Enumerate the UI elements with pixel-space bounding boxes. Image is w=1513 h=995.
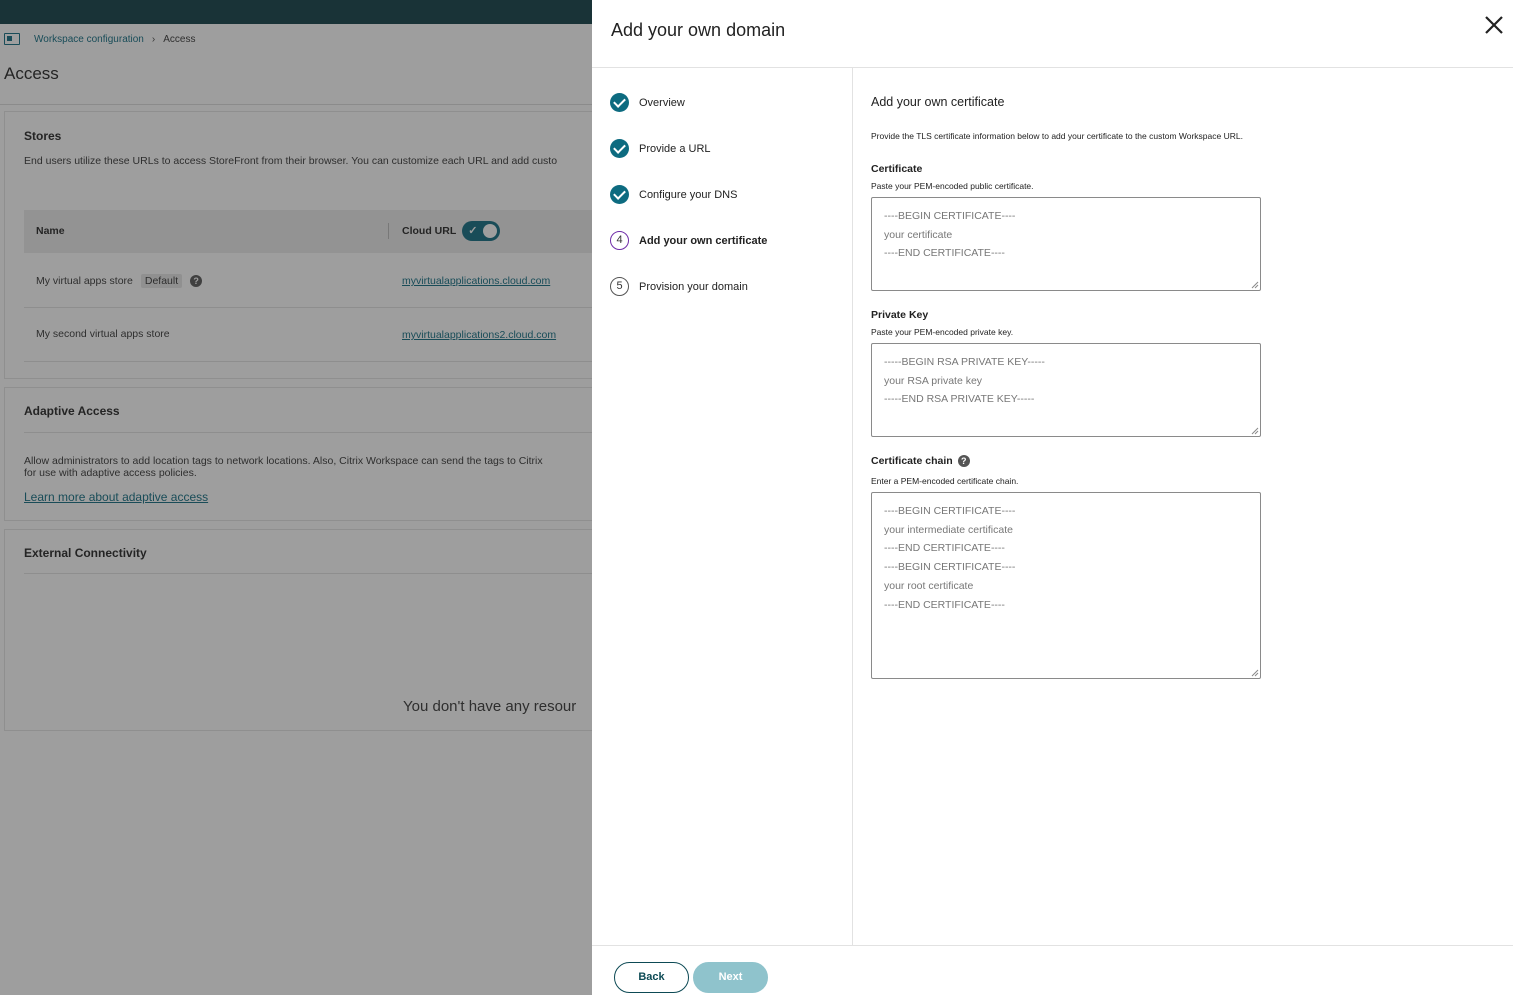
placeholder-line: ----END CERTIFICATE---- <box>884 542 1005 555</box>
private-key-textarea[interactable]: -----BEGIN RSA PRIVATE KEY----- your RSA… <box>871 343 1261 437</box>
certificate-textarea[interactable]: ----BEGIN CERTIFICATE---- your certifica… <box>871 197 1261 291</box>
placeholder-line: your RSA private key <box>884 374 983 387</box>
placeholder-line: ----BEGIN CERTIFICATE---- <box>884 561 1016 574</box>
private-key-help: Paste your PEM-encoded private key. <box>871 327 1014 337</box>
step-label: Overview <box>639 96 685 109</box>
placeholder-line: your certificate <box>884 228 953 241</box>
placeholder-line: ----END CERTIFICATE---- <box>884 598 1005 611</box>
step-provision-domain[interactable]: 5 Provision your domain <box>610 277 748 296</box>
step-label: Provide a URL <box>639 142 711 155</box>
divider <box>592 945 1513 946</box>
placeholder-line: ----END CERTIFICATE---- <box>884 247 1005 260</box>
divider <box>852 68 853 945</box>
resize-handle-icon[interactable] <box>1251 669 1259 677</box>
step-number-icon: 4 <box>610 231 629 250</box>
close-button[interactable] <box>1483 14 1505 36</box>
modal-backdrop[interactable] <box>0 0 592 995</box>
certificate-chain-textarea[interactable]: ----BEGIN CERTIFICATE---- your intermedi… <box>871 492 1261 679</box>
step-provide-url[interactable]: Provide a URL <box>610 139 711 158</box>
section-title: Add your own certificate <box>871 95 1005 109</box>
certificate-chain-label: Certificate chain ? <box>871 455 970 467</box>
step-add-certificate[interactable]: 4 Add your own certificate <box>610 231 767 250</box>
step-number-icon: 5 <box>610 277 629 296</box>
check-circle-icon <box>610 139 629 158</box>
certificate-chain-label-text: Certificate chain <box>871 455 953 467</box>
step-configure-dns[interactable]: Configure your DNS <box>610 185 737 204</box>
step-label: Configure your DNS <box>639 188 738 201</box>
placeholder-line: your root certificate <box>884 579 974 592</box>
section-description: Provide the TLS certificate information … <box>871 131 1243 141</box>
add-domain-drawer: Add your own domain Overview Provide a U… <box>592 0 1513 995</box>
back-button[interactable]: Back <box>614 962 689 993</box>
placeholder-line: ----BEGIN CERTIFICATE---- <box>884 210 1016 222</box>
private-key-label: Private Key <box>871 309 928 321</box>
step-label: Provision your domain <box>639 280 748 293</box>
divider <box>592 67 1513 68</box>
check-circle-icon <box>610 185 629 204</box>
placeholder-line: -----END RSA PRIVATE KEY----- <box>884 393 1035 406</box>
background-page: Workspace configuration › Access Access … <box>0 0 592 995</box>
certificate-label: Certificate <box>871 163 922 175</box>
private-key-label-text: Private Key <box>871 309 929 321</box>
placeholder-line: your intermediate certificate <box>884 523 1013 536</box>
certificate-label-text: Certificate <box>871 163 923 175</box>
drawer-title: Add your own domain <box>611 20 786 40</box>
step-label: Add your own certificate <box>639 234 768 247</box>
certificate-help: Paste your PEM-encoded public certificat… <box>871 181 1034 191</box>
next-button[interactable]: Next <box>693 962 768 993</box>
check-circle-icon <box>610 93 629 112</box>
help-icon[interactable]: ? <box>957 455 970 467</box>
placeholder-line: ----BEGIN CERTIFICATE---- <box>884 505 1016 517</box>
certificate-chain-help: Enter a PEM-encoded certificate chain. <box>871 476 1019 486</box>
step-overview[interactable]: Overview <box>610 93 685 112</box>
placeholder-line: -----BEGIN RSA PRIVATE KEY----- <box>884 356 1045 368</box>
resize-handle-icon[interactable] <box>1251 281 1259 289</box>
close-icon <box>1485 16 1503 34</box>
resize-handle-icon[interactable] <box>1251 427 1259 435</box>
